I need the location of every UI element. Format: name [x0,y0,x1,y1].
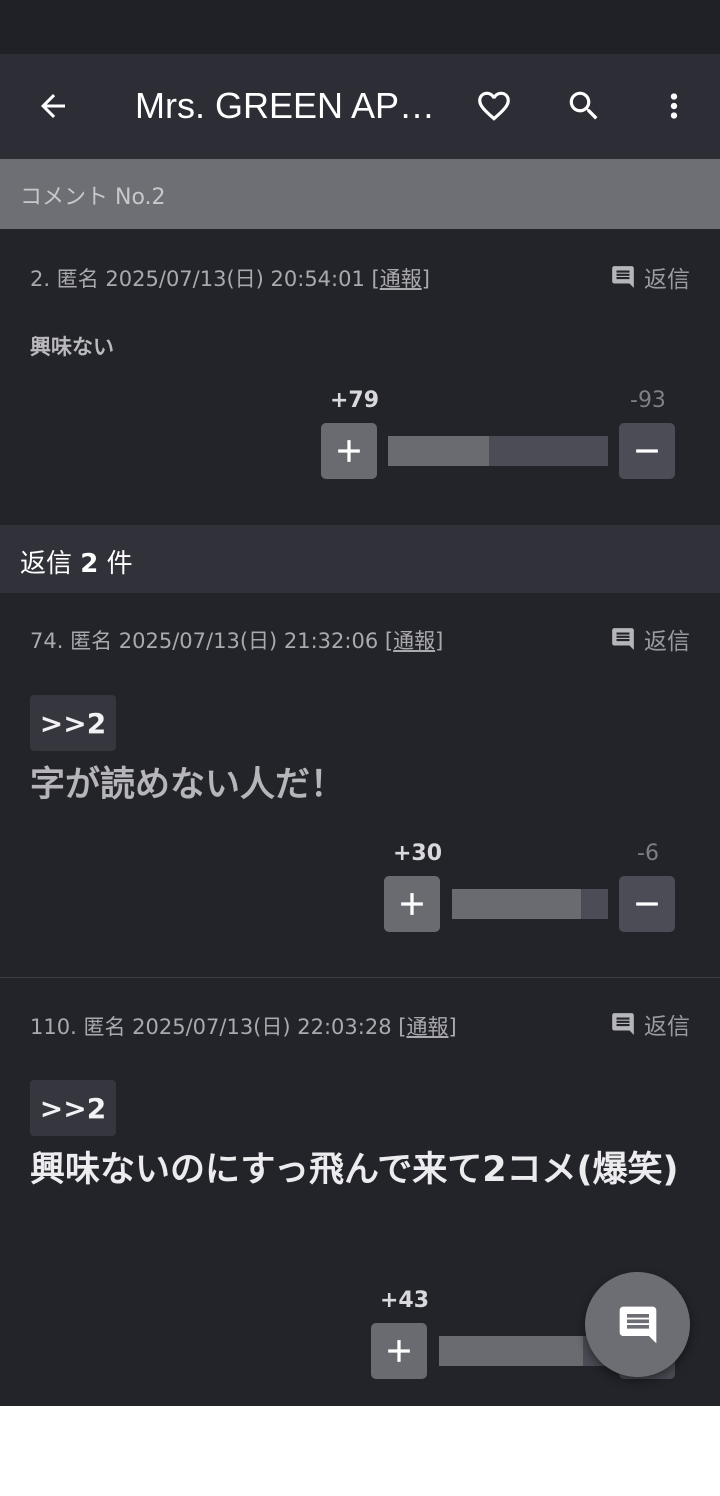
vote-ratio-bar [439,1336,608,1366]
comment-datetime: 2025/07/13(日) 21:32:06 [118,629,379,653]
report-link[interactable]: [通報] [385,629,443,653]
comment-datetime: 2025/07/13(日) 22:03:28 [132,1015,392,1039]
reply-button[interactable]: 返信 [610,624,690,655]
comment-datetime: 2025/07/13(日) 20:54:01 [105,267,365,291]
back-icon[interactable] [31,84,75,128]
replies-prefix: 返信 [20,549,73,579]
plus-count: +30 [393,841,443,866]
vote-ratio-fill [388,436,490,466]
minus-icon [636,902,658,906]
reply-button[interactable]: 返信 [610,1009,690,1040]
comment-number: 74. [30,629,64,653]
section-title: コメント No.2 [20,185,166,210]
new-comment-fab[interactable] [585,1272,690,1377]
plus-vote-button[interactable] [321,423,377,479]
reply-comment-icon [612,1013,634,1035]
more-vert-icon[interactable] [652,84,696,128]
section-header: コメント No.2 [0,159,720,229]
comment-icon [619,1306,656,1343]
comment-meta: 2. 匿名 2025/07/13(日) 20:54:01 [通報] [30,263,430,293]
comment-author: 匿名 [56,267,99,291]
reply-meta: 74. 匿名 2025/07/13(日) 21:32:06 [通報] [30,625,443,655]
plus-icon [388,1340,410,1362]
minus-icon [636,449,658,453]
plus-icon [338,440,360,462]
heart-icon[interactable] [472,84,516,128]
vote-ratio-bar [452,889,608,919]
reply-meta: 110. 匿名 2025/07/13(日) 22:03:28 [通報] [30,1011,457,1041]
plus-icon [401,893,423,915]
anchor-link[interactable]: >>2 [30,1080,116,1136]
reply-label: 返信 [644,267,690,293]
plus-count: +79 [330,388,380,413]
plus-count: +43 [380,1288,430,1313]
comment-divider [0,977,720,978]
plus-vote-button[interactable] [384,876,440,932]
thread-content: コメント No.2 2. 匿名 2025/07/13(日) 20:54:01 [… [0,159,720,1406]
report-link-label[interactable]: 通報 [406,1015,448,1039]
minus-vote-button[interactable] [619,423,675,479]
report-link[interactable]: [通報] [398,1015,456,1039]
report-link-label[interactable]: 通報 [393,629,435,653]
comment-number: 2. [30,267,51,291]
vote-ratio-fill [452,889,582,919]
minus-count: -93 [630,388,666,413]
reply-comment-icon [612,628,634,650]
report-link-label[interactable]: 通報 [380,267,422,291]
comment-body: 興味ない [30,335,114,359]
comment-author: 匿名 [70,629,113,653]
comment-number: 110. [30,1015,77,1039]
reply-button[interactable]: 返信 [610,262,690,293]
replies-suffix: 件 [106,549,133,579]
search-icon[interactable] [562,84,606,128]
replies-count: 2 [80,549,99,579]
plus-vote-button[interactable] [371,1323,427,1379]
reply-body: 字が読めない人だ！ [30,765,346,805]
minus-count: -6 [637,841,659,866]
vote-ratio-bar [388,436,608,466]
reply-comment-icon [612,266,634,288]
reply-label: 返信 [644,1014,690,1040]
minus-vote-button[interactable] [619,876,675,932]
replies-count-label: 返信 2 件 [20,543,133,580]
report-link[interactable]: [通報] [372,267,430,291]
app-title: Mrs. GREEN APPLE [135,85,445,126]
reply-label: 返信 [644,629,690,655]
comment-author: 匿名 [83,1015,126,1039]
reply-body: 興味ないのにすっ飛んで来て2コメ(爆笑) [30,1150,679,1190]
vote-ratio-fill [439,1336,583,1366]
replies-header: 返信 2 件 [0,525,720,593]
app-bar: Mrs. GREEN APPLE [0,54,720,159]
anchor-link[interactable]: >>2 [30,695,116,751]
status-bar [0,0,720,54]
